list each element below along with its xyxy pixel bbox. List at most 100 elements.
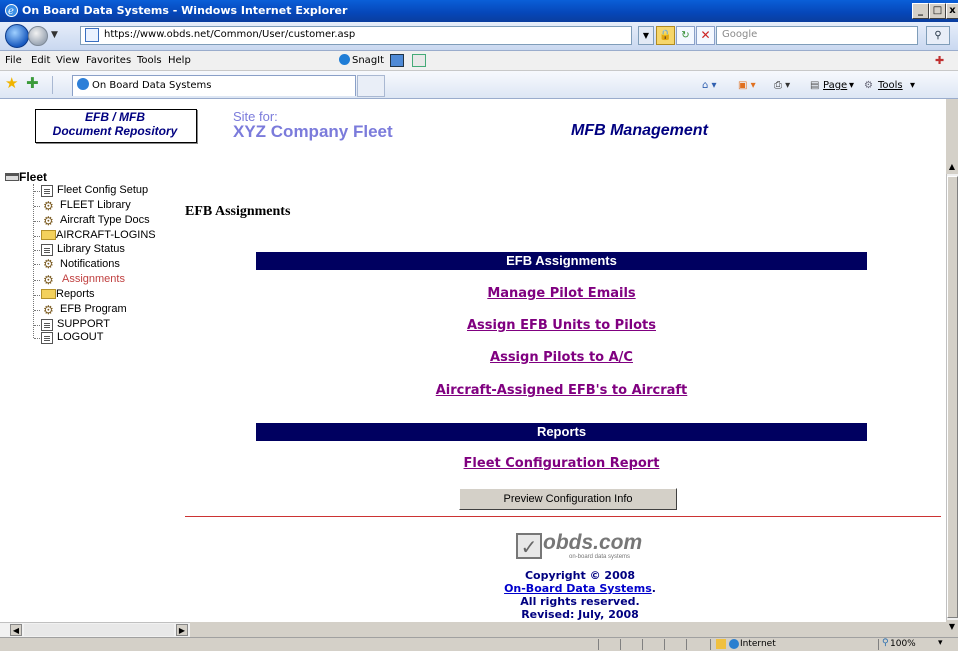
search-placeholder: Google xyxy=(722,29,758,40)
tools-menu-chevron-icon[interactable]: ▾ xyxy=(910,80,915,91)
tree-item-support[interactable]: SUPPORT xyxy=(57,318,110,330)
company-line: On-Board Data Systems. xyxy=(430,582,730,595)
tree-item-aircraft-logins[interactable]: AIRCRAFT-LOGINS xyxy=(56,229,156,241)
folder-icon xyxy=(41,230,56,240)
page-heading: EFB Assignments xyxy=(185,204,291,219)
security-lock-icon xyxy=(716,639,726,649)
tree-item-reports[interactable]: Reports xyxy=(56,288,95,300)
add-on-icon[interactable]: ✚ xyxy=(935,54,944,67)
tools-menu[interactable]: Tools xyxy=(878,80,903,91)
page-menu-chevron-icon[interactable]: ▾ xyxy=(849,80,854,91)
snagit-edit-icon[interactable] xyxy=(412,54,426,67)
nav-history-dropdown-icon[interactable]: ▼ xyxy=(51,30,58,40)
preview-configuration-button[interactable]: Preview Configuration Info xyxy=(459,488,677,510)
menu-tools[interactable]: Tools xyxy=(137,55,162,66)
tree-root-fleet[interactable]: Fleet xyxy=(19,170,47,184)
print-icon[interactable]: ⎙ ▾ xyxy=(774,80,790,91)
new-tab-button[interactable] xyxy=(357,75,385,97)
link-assign-pilots[interactable]: Assign Pilots to A/C xyxy=(256,350,867,365)
page-menu-icon: ▤ xyxy=(810,80,820,91)
section-bar-reports: Reports xyxy=(256,423,867,441)
status-bar xyxy=(0,637,958,651)
tree-item-fleet-config-setup[interactable]: Fleet Config Setup xyxy=(57,184,148,196)
vertical-scroll-thumb[interactable] xyxy=(947,176,958,618)
status-cell xyxy=(620,639,621,650)
stop-button[interactable]: ✕ xyxy=(696,26,715,45)
menu-file[interactable]: File xyxy=(5,55,22,66)
ie-logo-icon: e xyxy=(4,3,19,18)
maximize-button[interactable]: □ xyxy=(929,3,946,19)
copyright: Copyright © 2008 xyxy=(524,569,636,582)
company-link[interactable]: On-Board Data Systems xyxy=(504,582,652,595)
tools-gear-icon: ⚙ xyxy=(864,80,873,91)
status-cell xyxy=(642,639,643,650)
section-title: MFB Management xyxy=(571,122,708,139)
page-icon xyxy=(85,28,99,42)
snagit-button[interactable]: SnagIt xyxy=(352,55,384,66)
footer-logo-sub: on-board data systems xyxy=(569,554,631,560)
revised-date: Revised: July, 2008 xyxy=(521,608,639,621)
menu-edit[interactable]: Edit xyxy=(31,55,50,66)
horizontal-scroll-thumb[interactable] xyxy=(24,624,174,636)
zoom-dropdown-icon[interactable]: ▾ xyxy=(938,638,943,648)
tree-item-fleet-library[interactable]: FLEET Library xyxy=(60,199,131,211)
tree-item-assignments[interactable]: Assignments xyxy=(62,273,125,285)
menu-favorites[interactable]: Favorites xyxy=(86,55,131,66)
scroll-right-icon[interactable]: ▶ xyxy=(176,624,188,636)
security-zone[interactable]: Internet xyxy=(740,639,776,649)
status-cell xyxy=(686,639,687,650)
minimize-button[interactable]: _ xyxy=(912,3,929,19)
snagit-icon[interactable] xyxy=(339,54,350,65)
search-button[interactable]: ⚲ xyxy=(926,26,950,45)
scroll-up-icon[interactable]: ▲ xyxy=(946,160,958,174)
obds-check-logo-icon: ✓ xyxy=(516,533,542,559)
link-aircraft-assigned-efbs[interactable]: Aircraft-Assigned EFB's to Aircraft xyxy=(256,383,867,398)
zoom-level[interactable]: 100% xyxy=(890,639,916,649)
snagit-window-icon[interactable] xyxy=(390,54,404,67)
tree-item-notifications[interactable]: Notifications xyxy=(60,258,120,270)
back-button[interactable] xyxy=(5,24,29,48)
company-name: XYZ Company Fleet xyxy=(233,122,393,141)
add-favorites-icon[interactable]: ✚ xyxy=(26,74,39,92)
tree-guide-line xyxy=(33,184,34,338)
link-assign-efb-units[interactable]: Assign EFB Units to Pilots xyxy=(256,318,867,333)
logo-line-1: EFB / MFB xyxy=(85,110,145,124)
close-window-button[interactable]: x xyxy=(946,3,958,19)
feeds-icon[interactable]: ▣ ▾ xyxy=(738,80,756,91)
scroll-left-icon[interactable]: ◀ xyxy=(10,624,22,636)
tree-item-efb-program[interactable]: EFB Program xyxy=(60,303,127,315)
status-cell xyxy=(664,639,665,650)
refresh-button[interactable]: ↻ xyxy=(676,26,695,45)
tab-label[interactable]: On Board Data Systems xyxy=(92,80,212,91)
status-cell xyxy=(598,639,599,650)
document-icon xyxy=(41,244,53,256)
zoom-icon: ⚲ xyxy=(882,638,889,648)
page-menu[interactable]: Page xyxy=(823,80,847,91)
link-manage-pilot-emails[interactable]: Manage Pilot Emails xyxy=(256,286,867,301)
lock-icon[interactable]: 🔒 xyxy=(656,26,675,45)
status-cell xyxy=(710,639,711,650)
status-cell xyxy=(878,639,879,650)
tree-item-logout[interactable]: LOGOUT xyxy=(57,331,103,343)
address-dropdown-icon[interactable]: ▼ xyxy=(638,26,654,45)
home-icon[interactable]: ⌂ ▾ xyxy=(702,80,717,91)
gears-icon: ⚙ xyxy=(43,214,54,228)
company-period: . xyxy=(651,582,656,595)
gears-icon: ⚙ xyxy=(43,257,54,271)
gears-icon: ⚙ xyxy=(43,273,54,287)
fleet-root-icon xyxy=(5,173,19,181)
document-icon xyxy=(41,319,53,331)
menu-help[interactable]: Help xyxy=(168,55,191,66)
tab-separator xyxy=(52,76,53,94)
footer-logo-text: obds.com xyxy=(543,531,643,554)
link-fleet-configuration-report[interactable]: Fleet Configuration Report xyxy=(256,456,867,471)
menu-view[interactable]: View xyxy=(56,55,80,66)
favorites-star-icon[interactable]: ★ xyxy=(5,74,18,92)
tree-item-library-status[interactable]: Library Status xyxy=(57,243,125,255)
forward-button[interactable] xyxy=(28,26,48,46)
address-url[interactable]: https://www.obds.net/Common/User/custome… xyxy=(104,29,355,40)
tree-item-aircraft-type-docs[interactable]: Aircraft Type Docs xyxy=(60,214,150,226)
logo-line-2: Document Repository xyxy=(52,124,178,138)
window-title: On Board Data Systems - Windows Internet… xyxy=(22,4,348,17)
scroll-down-icon[interactable]: ▼ xyxy=(946,620,958,634)
